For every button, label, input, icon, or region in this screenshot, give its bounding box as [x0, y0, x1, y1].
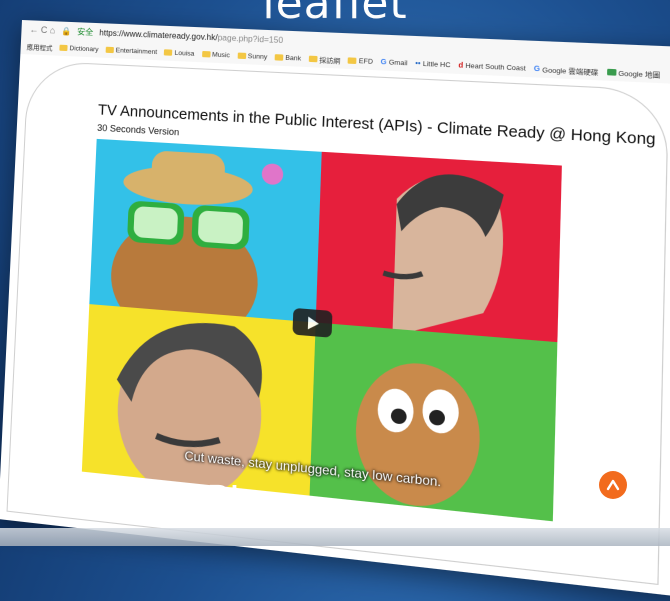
bookmark-label: Bank [285, 54, 301, 62]
google-icon: G [381, 58, 387, 66]
bookmark-label: Sunny [248, 52, 268, 60]
bookmark-gmail[interactable]: G Gmail [381, 58, 408, 67]
folder-icon [202, 51, 211, 58]
secure-label: 安全 [77, 26, 94, 38]
video-quadrant-gingerbread [89, 139, 321, 323]
google-icon: G [534, 65, 540, 73]
bookmark-label: Louisa [174, 49, 194, 57]
bookmark-dictionary[interactable]: Dictionary [59, 44, 98, 53]
chevron-up-icon [605, 477, 621, 493]
video-player[interactable]: Cut waste, stay unplugged, stay low carb… [82, 139, 562, 521]
bottom-strip [0, 528, 670, 546]
folder-icon [105, 47, 113, 53]
dots-icon: •• [415, 60, 421, 68]
bookmark-google-maps[interactable]: Google 地圖 [606, 67, 660, 80]
bookmark-label: 採訪網 [319, 54, 340, 65]
bookmark-entertainment[interactable]: Entertainment [105, 46, 157, 55]
bookmark-apps[interactable]: 應用程式 [26, 41, 52, 52]
web-page: TV Announcements in the Public Interest … [0, 54, 670, 601]
bookmark-label: Dictionary [69, 45, 98, 53]
folder-icon [275, 54, 284, 61]
bookmark-label: Music [212, 51, 230, 59]
folder-icon [164, 49, 173, 55]
folder-icon [59, 45, 67, 51]
folder-icon [348, 57, 357, 64]
video-quadrant-man-profile [316, 152, 562, 342]
navigation-icons[interactable]: ← C ⌂ [29, 24, 55, 35]
bookmark-label: Gmail [389, 59, 408, 67]
bookmark-label: Google 雲端硬碟 [542, 64, 598, 77]
bookmark-heart-south-coast[interactable]: d Heart South Coast [458, 62, 526, 72]
bookmark-label: Little HC [423, 60, 451, 69]
logo-badge[interactable] [599, 471, 627, 499]
man-profile-icon [316, 152, 562, 342]
bookmark-label: Google 地圖 [618, 67, 660, 80]
bookmark-interviews[interactable]: 採訪網 [308, 54, 340, 66]
bookmark-little-hc[interactable]: •• Little HC [415, 60, 451, 69]
slide-caption: API [180, 478, 240, 522]
bookmark-louisa[interactable]: Louisa [164, 49, 194, 58]
lock-icon: 🔒 [61, 26, 71, 35]
heart-logo-icon: d [458, 62, 463, 70]
folder-icon [237, 52, 246, 59]
play-button[interactable] [292, 308, 332, 338]
url-path: page.php?id=150 [218, 33, 284, 45]
bookmark-music[interactable]: Music [202, 50, 230, 58]
bookmark-bank[interactable]: Bank [275, 54, 302, 62]
url-base: https://www.climateready.gov.hk/ [99, 28, 218, 42]
browser-window: ← C ⌂ 🔒 安全 https://www.climateready.gov.… [0, 20, 670, 601]
bookmark-efd[interactable]: EFD [348, 57, 373, 65]
maps-icon [607, 69, 616, 76]
bookmark-label: Entertainment [116, 47, 158, 56]
bookmark-sunny[interactable]: Sunny [237, 52, 267, 61]
bookmark-google-drive[interactable]: G Google 雲端硬碟 [534, 63, 599, 77]
folder-icon [309, 56, 318, 63]
gingerbread-character-icon [89, 139, 321, 323]
bookmark-label: EFD [359, 57, 373, 65]
bookmark-label: 應用程式 [26, 41, 52, 52]
bookmark-label: Heart South Coast [465, 62, 526, 72]
